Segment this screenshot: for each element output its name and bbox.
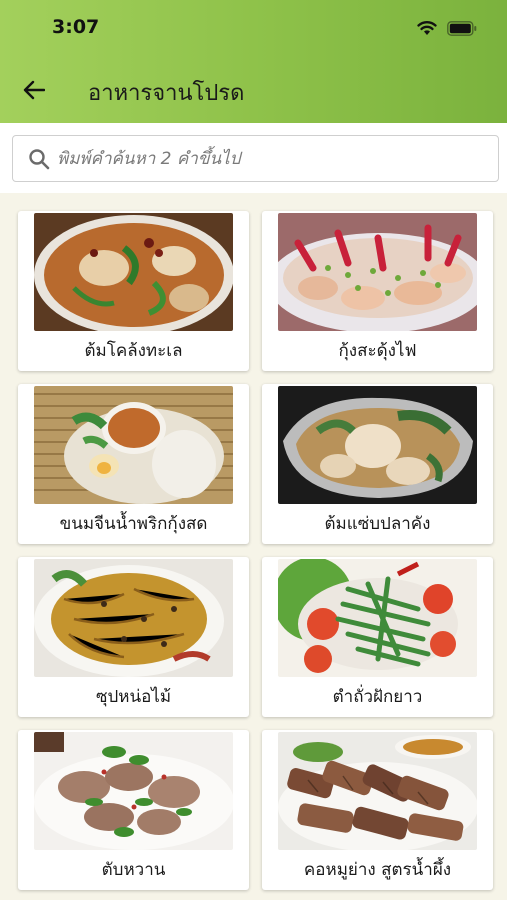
bean-salad-image — [278, 559, 477, 677]
dish-name: ตับหวาน — [101, 860, 166, 880]
search-bar — [0, 123, 507, 193]
dish-name: ต้มแซ่บปลาคัง — [324, 514, 431, 534]
status-time: 3:07 — [52, 16, 100, 38]
battery-icon — [447, 20, 477, 40]
grilled-pork-image — [278, 732, 477, 850]
dish-card[interactable]: ซุปหน่อไม้ — [18, 557, 249, 717]
toolbar: อาหารจานโปรด — [0, 56, 507, 123]
liver-salad-image — [34, 732, 233, 850]
back-button[interactable] — [18, 74, 50, 106]
bamboo-salad-image — [34, 559, 233, 677]
noodle-platter-image — [34, 386, 233, 504]
shrimp-plate-image — [278, 213, 477, 331]
dish-grid: ต้มโคล้งทะเล กุ้งสะดุ้งไฟ ขนมจีนน้ำพริกก… — [18, 211, 493, 890]
dish-card[interactable]: ตำถั่วฝักยาว — [262, 557, 493, 717]
dish-card[interactable]: ต้มโคล้งทะเล — [18, 211, 249, 371]
app-bar: 3:07 อาหารจานโปรด — [0, 0, 507, 123]
wifi-icon — [417, 20, 437, 40]
fish-soup-image — [278, 386, 477, 504]
status-bar: 3:07 — [0, 0, 507, 56]
dish-name: คอหมูย่าง สูตรน้ำผึ้ง — [303, 860, 452, 880]
page-title: อาหารจานโปรด — [88, 81, 245, 106]
dish-card[interactable]: ตับหวาน — [18, 730, 249, 890]
soup-bowl-image — [34, 213, 233, 331]
dish-card[interactable]: ขนมจีนน้ำพริกกุ้งสด — [18, 384, 249, 544]
dish-name: กุ้งสะดุ้งไฟ — [338, 341, 417, 361]
status-icons — [417, 20, 477, 40]
search-input[interactable] — [57, 138, 477, 179]
dish-card[interactable]: กุ้งสะดุ้งไฟ — [262, 211, 493, 371]
search-box[interactable] — [12, 135, 499, 182]
dish-name: ขนมจีนน้ำพริกกุ้งสด — [59, 514, 208, 534]
search-icon — [29, 148, 50, 169]
dish-name: ตำถั่วฝักยาว — [332, 687, 423, 707]
dish-card[interactable]: คอหมูย่าง สูตรน้ำผึ้ง — [262, 730, 493, 890]
back-arrow-icon — [23, 80, 45, 100]
dish-card[interactable]: ต้มแซ่บปลาคัง — [262, 384, 493, 544]
dish-name: ซุปหน่อไม้ — [95, 687, 172, 707]
dish-name: ต้มโคล้งทะเล — [84, 341, 183, 361]
